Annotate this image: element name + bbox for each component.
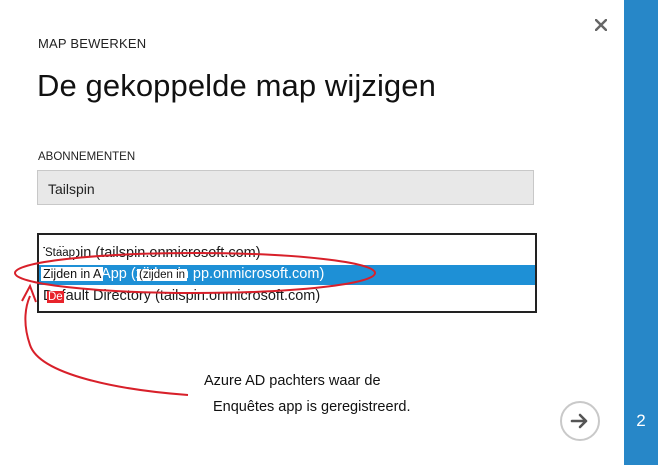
directory-option[interactable]: Default Directory (tailspin.onmicrosoft.…: [39, 287, 535, 307]
directory-option-overlay: (zijden in: [137, 269, 188, 281]
directory-option-label: Default Directory (tailspin.onmicrosoft.…: [43, 288, 321, 304]
step-number: 2: [636, 411, 646, 430]
annotation-text-line1: Azure AD pachters waar de: [204, 373, 381, 389]
directory-option-overlay: De: [47, 291, 64, 303]
subscriptions-label: ABONNEMENTEN: [38, 151, 136, 163]
directory-option-overlay: Staap: [45, 247, 77, 259]
annotation-text-line2: Enquêtes app is geregistreerd.: [213, 399, 411, 415]
arrow-right-icon: [570, 413, 588, 429]
directory-option-overlay: Zijden in A: [41, 267, 104, 281]
directory-option[interactable]: Tailspin (tailspin.onmicrosoft.com) Staa…: [39, 244, 535, 264]
subscriptions-select[interactable]: Tailspin: [37, 170, 534, 205]
step-rail: 2: [624, 0, 658, 465]
page-title: De gekoppelde map wijzigen: [37, 68, 436, 103]
edit-directory-dialog: MAP BEWERKEN De gekoppelde map wijzigen …: [0, 0, 624, 465]
directory-option-selected[interactable]: Zijden in App (zijden in pp.onmicrosoft.…: [39, 265, 535, 285]
close-button[interactable]: [592, 16, 610, 34]
dialog-kicker: MAP BEWERKEN: [38, 36, 147, 51]
annotation-arrow-head: [21, 283, 37, 303]
next-button[interactable]: [560, 401, 600, 441]
subscriptions-value: Tailspin: [48, 181, 95, 197]
directory-listbox[interactable]: Tailspin (tailspin.onmicrosoft.com) Staa…: [37, 233, 537, 313]
close-icon: [595, 19, 607, 31]
